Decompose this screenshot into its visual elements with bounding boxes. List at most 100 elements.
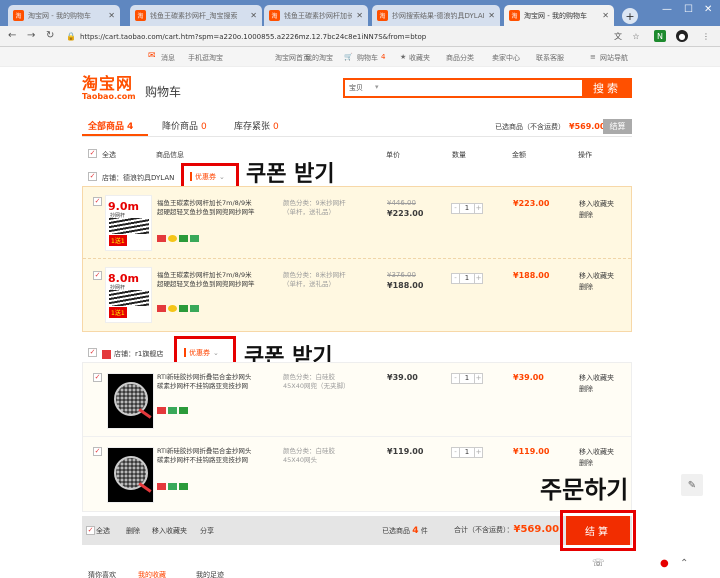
browser-tab[interactable]: 淘 钱鱼王碳素抄网杆_淘宝搜索 ✕ <box>130 5 262 26</box>
taobao-logo[interactable]: 淘宝网 Taobao.com <box>82 76 142 104</box>
product-title[interactable]: RTI新硅胶抄网折叠铝合金抄网头碳素抄网杆不挂钩路亚竞技抄网 <box>157 373 257 391</box>
decrease-button[interactable]: - <box>452 374 459 383</box>
seller-center-link[interactable]: 卖家中心 <box>492 53 520 63</box>
select-all-checkbox-bottom[interactable]: ✓ <box>86 526 95 535</box>
shop-checkbox[interactable]: ✓ <box>88 348 97 357</box>
move-selected-to-favorites-link[interactable]: 移入收藏夹 <box>152 526 187 536</box>
sitemap-link[interactable]: 网站导航 <box>600 53 628 63</box>
quantity-stepper[interactable]: - 1 + <box>451 273 483 284</box>
customer-service-link[interactable]: 联系客服 <box>536 53 564 63</box>
delete-link[interactable]: 删除 <box>579 282 614 293</box>
original-price: ¥376.00 <box>387 271 416 279</box>
quantity-stepper[interactable]: - 1 + <box>451 203 483 214</box>
delete-selected-link[interactable]: 删除 <box>126 526 140 536</box>
share-link[interactable]: 分享 <box>200 526 214 536</box>
my-taobao-link[interactable]: 我的淘宝 <box>305 53 333 63</box>
shop-header: 店铺：德浪钓具DYLAN <box>102 173 174 183</box>
quantity-stepper[interactable]: - 1 + <box>451 373 483 384</box>
delete-link[interactable]: 删除 <box>579 458 614 469</box>
product-title[interactable]: 福鱼王碳素抄网杆加长7m/8/9米超硬超轻叉鱼抄鱼到网兜网抄网竿 <box>157 271 257 289</box>
feedback-icon[interactable]: ☏ <box>592 558 605 569</box>
decrease-button[interactable]: - <box>452 448 459 457</box>
browser-tab[interactable]: 淘 抄网搜索结果-德浪钓具DYLAN ✕ <box>372 5 500 26</box>
menu-icon[interactable]: ⋮ <box>700 30 712 42</box>
tab-count: 4 <box>127 122 134 132</box>
reload-icon[interactable]: ↻ <box>46 30 54 41</box>
increase-button[interactable]: + <box>475 204 482 213</box>
close-tab-icon[interactable]: ✕ <box>602 11 609 20</box>
close-tab-icon[interactable]: ✕ <box>108 11 115 20</box>
move-to-favorites-link[interactable]: 移入收藏夹 <box>579 199 614 210</box>
item-checkbox[interactable]: ✓ <box>93 373 102 382</box>
move-to-favorites-link[interactable]: 移入收藏夹 <box>579 373 614 384</box>
quantity-stepper[interactable]: - 1 + <box>451 447 483 458</box>
history-tab[interactable]: 我的足迹 <box>196 570 224 578</box>
favorites-tab[interactable]: 我的收藏 <box>138 570 166 578</box>
item-checkbox[interactable]: ✓ <box>93 271 102 280</box>
product-thumbnail[interactable]: 9.0m 抄网杆 1送1 <box>105 195 152 251</box>
browser-tab[interactable]: 淘 淘宝网 - 我的购物车 ✕ <box>8 5 120 26</box>
tab-price-drop[interactable]: 降价商品 0 <box>162 119 207 132</box>
extension-n-icon[interactable]: N <box>654 30 666 42</box>
extension-icon[interactable]: ● <box>676 30 688 42</box>
search-box[interactable]: 宝贝 ▾ 搜索 <box>343 78 632 98</box>
close-window-icon[interactable]: ✕ <box>704 4 712 15</box>
select-all-checkbox[interactable]: ✓ <box>88 149 97 158</box>
settle-button-top[interactable]: 结算 <box>603 119 632 134</box>
decrease-button[interactable]: - <box>452 204 459 213</box>
bell-icon[interactable]: ✉ <box>148 51 156 61</box>
notification-icon[interactable]: ● <box>660 558 669 569</box>
maximize-icon[interactable]: ☐ <box>684 4 693 15</box>
taobao-favicon-icon: 淘 <box>269 10 280 21</box>
move-to-favorites-link[interactable]: 移入收藏夹 <box>579 271 614 282</box>
delete-link[interactable]: 删除 <box>579 384 614 395</box>
item-checkbox[interactable]: ✓ <box>93 447 102 456</box>
product-thumbnail[interactable]: 8.0m 抄网杆 1送1 <box>105 267 152 323</box>
recommend-tab[interactable]: 猜你喜欢 <box>88 570 116 578</box>
item-ops: 移入收藏夹 删除 <box>579 271 614 293</box>
shop-name[interactable]: 德浪钓具DYLAN <box>123 174 174 182</box>
quantity-value[interactable]: 1 <box>459 448 475 457</box>
quantity-value[interactable]: 1 <box>459 374 475 383</box>
url-field[interactable]: 🔒 https://cart.taobao.com/cart.htm?spm=a… <box>66 29 602 44</box>
increase-button[interactable]: + <box>475 448 482 457</box>
increase-button[interactable]: + <box>475 274 482 283</box>
bookmark-star-icon[interactable]: ☆ <box>630 30 642 42</box>
categories-link[interactable]: 商品分类 <box>446 53 474 63</box>
browser-tab-active[interactable]: 淘 淘宝网 - 我的购物车 ✕ <box>504 5 614 26</box>
delete-link[interactable]: 删除 <box>579 210 614 221</box>
messages-link[interactable]: 消息 <box>161 53 175 63</box>
search-button[interactable]: 搜索 <box>582 78 632 98</box>
product-thumbnail[interactable] <box>107 447 154 503</box>
decrease-button[interactable]: - <box>452 274 459 283</box>
product-title[interactable]: 福鱼王碳素抄网杆加长7m/8/9米超硬超轻叉鱼抄鱼到网兜网抄网竿 <box>157 199 257 217</box>
new-tab-button[interactable]: + <box>622 8 638 24</box>
item-subtotal: ¥223.00 <box>513 199 550 208</box>
increase-button[interactable]: + <box>475 374 482 383</box>
edit-icon[interactable]: ✎ <box>681 474 703 496</box>
move-to-favorites-link[interactable]: 移入收藏夹 <box>579 447 614 458</box>
favorites-link[interactable]: 收藏夹 <box>409 53 430 63</box>
browser-tab[interactable]: 淘 钱鱼王碳素抄网杆加长7m/8/9 ✕ <box>264 5 368 26</box>
scroll-top-icon[interactable]: ⌃ <box>680 558 688 569</box>
quantity-value[interactable]: 1 <box>459 274 475 283</box>
net-handle-graphic <box>138 408 152 419</box>
quantity-value[interactable]: 1 <box>459 204 475 213</box>
close-tab-icon[interactable]: ✕ <box>250 11 257 20</box>
mobile-taobao-link[interactable]: 手机逛淘宝 <box>188 53 223 63</box>
tab-all-items[interactable]: 全部商品 4 <box>88 119 133 132</box>
tab-low-stock[interactable]: 库存紧张 0 <box>234 119 279 132</box>
search-scope-select[interactable]: 宝贝 <box>349 83 363 93</box>
forward-icon[interactable]: → <box>27 30 35 41</box>
shop-checkbox[interactable]: ✓ <box>88 172 97 181</box>
product-title[interactable]: RTI新硅胶抄网折叠铝合金抄网头碳素抄网杆不挂钩路亚竞技抄网 <box>157 447 257 465</box>
close-tab-icon[interactable]: ✕ <box>488 11 495 20</box>
cart-link[interactable]: 购物车 <box>357 53 378 63</box>
close-tab-icon[interactable]: ✕ <box>356 11 363 20</box>
minimize-icon[interactable]: — <box>662 4 672 15</box>
back-icon[interactable]: ← <box>8 30 16 41</box>
translate-icon[interactable]: 文 <box>612 30 624 42</box>
shop-name[interactable]: r1旗舰店 <box>135 350 163 358</box>
product-thumbnail[interactable] <box>107 373 154 429</box>
item-checkbox[interactable]: ✓ <box>93 197 102 206</box>
